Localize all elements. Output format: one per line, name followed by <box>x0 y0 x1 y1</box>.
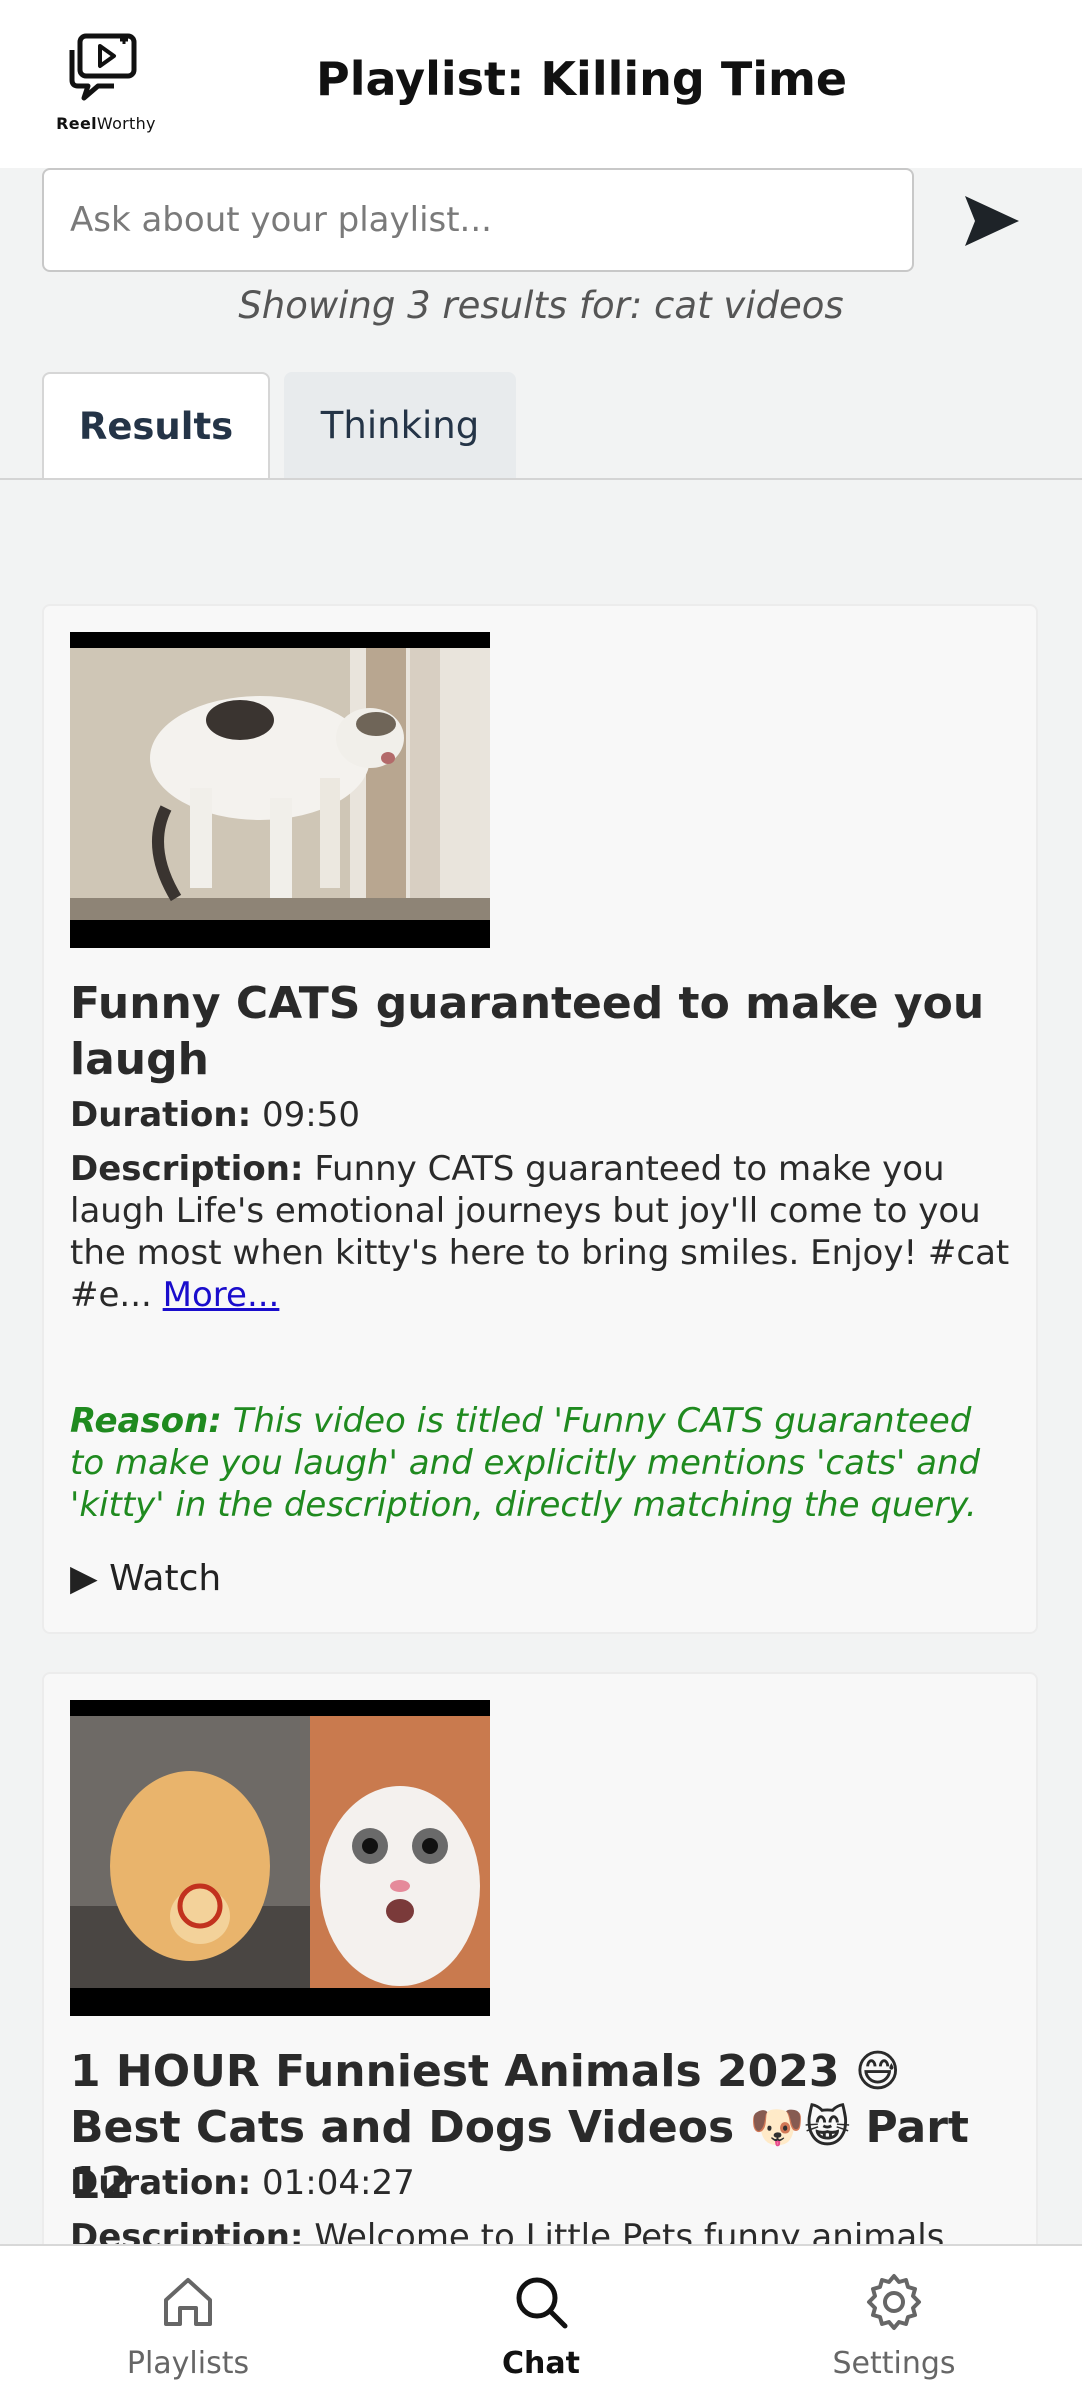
reelworthy-logo[interactable]: ReelWorthy <box>48 30 164 140</box>
send-button[interactable] <box>952 188 1032 256</box>
nav-label: Chat <box>502 2346 580 2381</box>
results-caption: Showing 3 results for: cat videos <box>238 284 844 327</box>
nav-label: Playlists <box>126 2346 250 2381</box>
search-icon <box>516 2277 568 2329</box>
chat-input[interactable] <box>42 168 914 272</box>
more-link[interactable]: More... <box>163 1275 280 1315</box>
video-card: Funny CATS guaranteed to make you laugh … <box>42 604 1038 1634</box>
video-duration: Duration: 01:04:27 <box>70 2163 415 2203</box>
logo-wordmark: ReelWorthy <box>56 114 156 133</box>
video-thumbnail[interactable] <box>70 1700 490 2016</box>
gear-icon <box>867 2274 921 2330</box>
video-thumbnail[interactable] <box>70 632 490 948</box>
tab-divider <box>0 478 1082 480</box>
tab-thinking[interactable]: Thinking <box>284 372 516 478</box>
page-title: Playlist: Killing Time <box>316 52 848 106</box>
nav-label: Settings <box>832 2346 956 2381</box>
video-duration: Duration: 09:50 <box>70 1095 361 1135</box>
logo-icon <box>69 33 137 101</box>
send-arrow-icon <box>965 195 1019 246</box>
video-reason: Reason: This video is titled 'Funny CATS… <box>70 1401 981 1525</box>
animals-thumbnail-image <box>70 1716 490 1988</box>
video-title[interactable]: Funny CATS guaranteed to make you laugh <box>70 976 990 1088</box>
nav-settings[interactable]: Settings <box>744 2246 1044 2402</box>
chat-input-row <box>42 168 1042 274</box>
app-header: ReelWorthy Playlist: Killing Time <box>0 0 1082 168</box>
video-description: Description: Funny CATS guaranteed to ma… <box>70 1149 1010 1315</box>
nav-chat[interactable]: Chat <box>391 2246 691 2402</box>
nav-playlists[interactable]: Playlists <box>38 2246 338 2402</box>
tab-results[interactable]: Results <box>42 372 270 478</box>
watch-button[interactable]: ▶ Watch <box>70 1558 221 1599</box>
cat-thumbnail-image <box>70 648 490 920</box>
home-icon <box>164 2278 212 2326</box>
bottom-navigation: Playlists Chat Settings <box>0 2244 1082 2402</box>
